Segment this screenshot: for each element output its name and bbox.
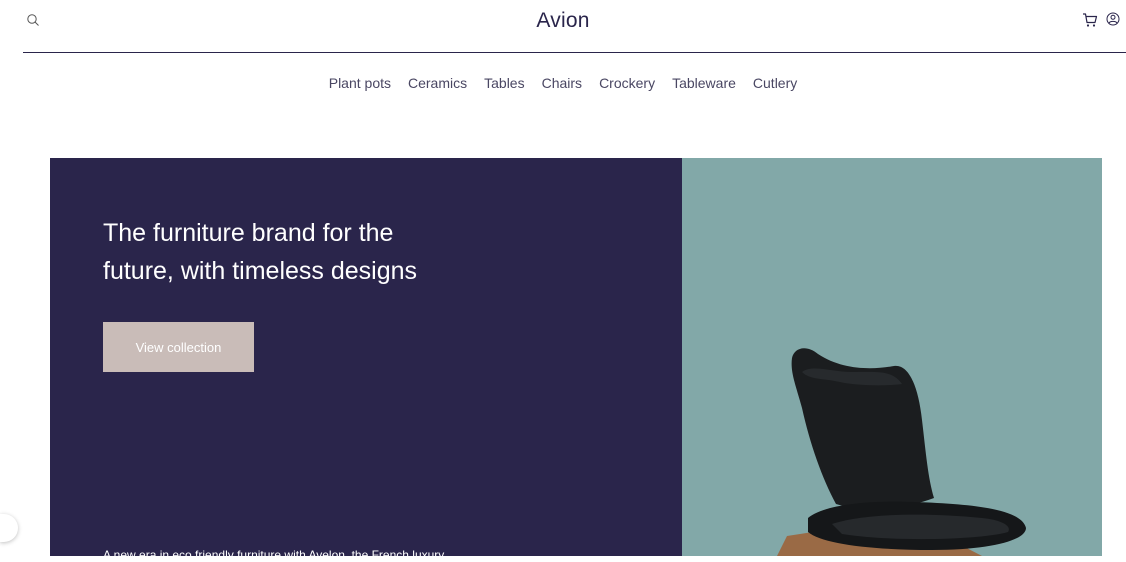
nav-item-chairs[interactable]: Chairs xyxy=(542,75,582,91)
site-header: Avion xyxy=(0,0,1126,44)
user-icon[interactable] xyxy=(1106,12,1120,26)
hero-description: A new era in eco friendly furniture with… xyxy=(103,548,445,562)
header-divider xyxy=(23,52,1126,53)
black-chair-image xyxy=(777,348,1026,556)
nav-item-plant-pots[interactable]: Plant pots xyxy=(329,75,391,91)
brand-logo[interactable]: Avion xyxy=(0,9,1126,33)
view-collection-button[interactable]: View collection xyxy=(103,322,254,372)
cart-icon[interactable] xyxy=(1082,12,1098,28)
category-nav: Plant pots Ceramics Tables Chairs Crocke… xyxy=(0,75,1126,91)
nav-item-cutlery[interactable]: Cutlery xyxy=(753,75,797,91)
chat-launcher-tab[interactable] xyxy=(0,514,18,542)
nav-item-crockery[interactable]: Crockery xyxy=(599,75,655,91)
hero-panel: The furniture brand for the future, with… xyxy=(50,158,682,562)
hero-image-panel xyxy=(682,158,1102,556)
nav-item-ceramics[interactable]: Ceramics xyxy=(408,75,467,91)
hero-title: The furniture brand for the future, with… xyxy=(103,219,418,285)
nav-item-tableware[interactable]: Tableware xyxy=(672,75,736,91)
nav-item-tables[interactable]: Tables xyxy=(484,75,524,91)
